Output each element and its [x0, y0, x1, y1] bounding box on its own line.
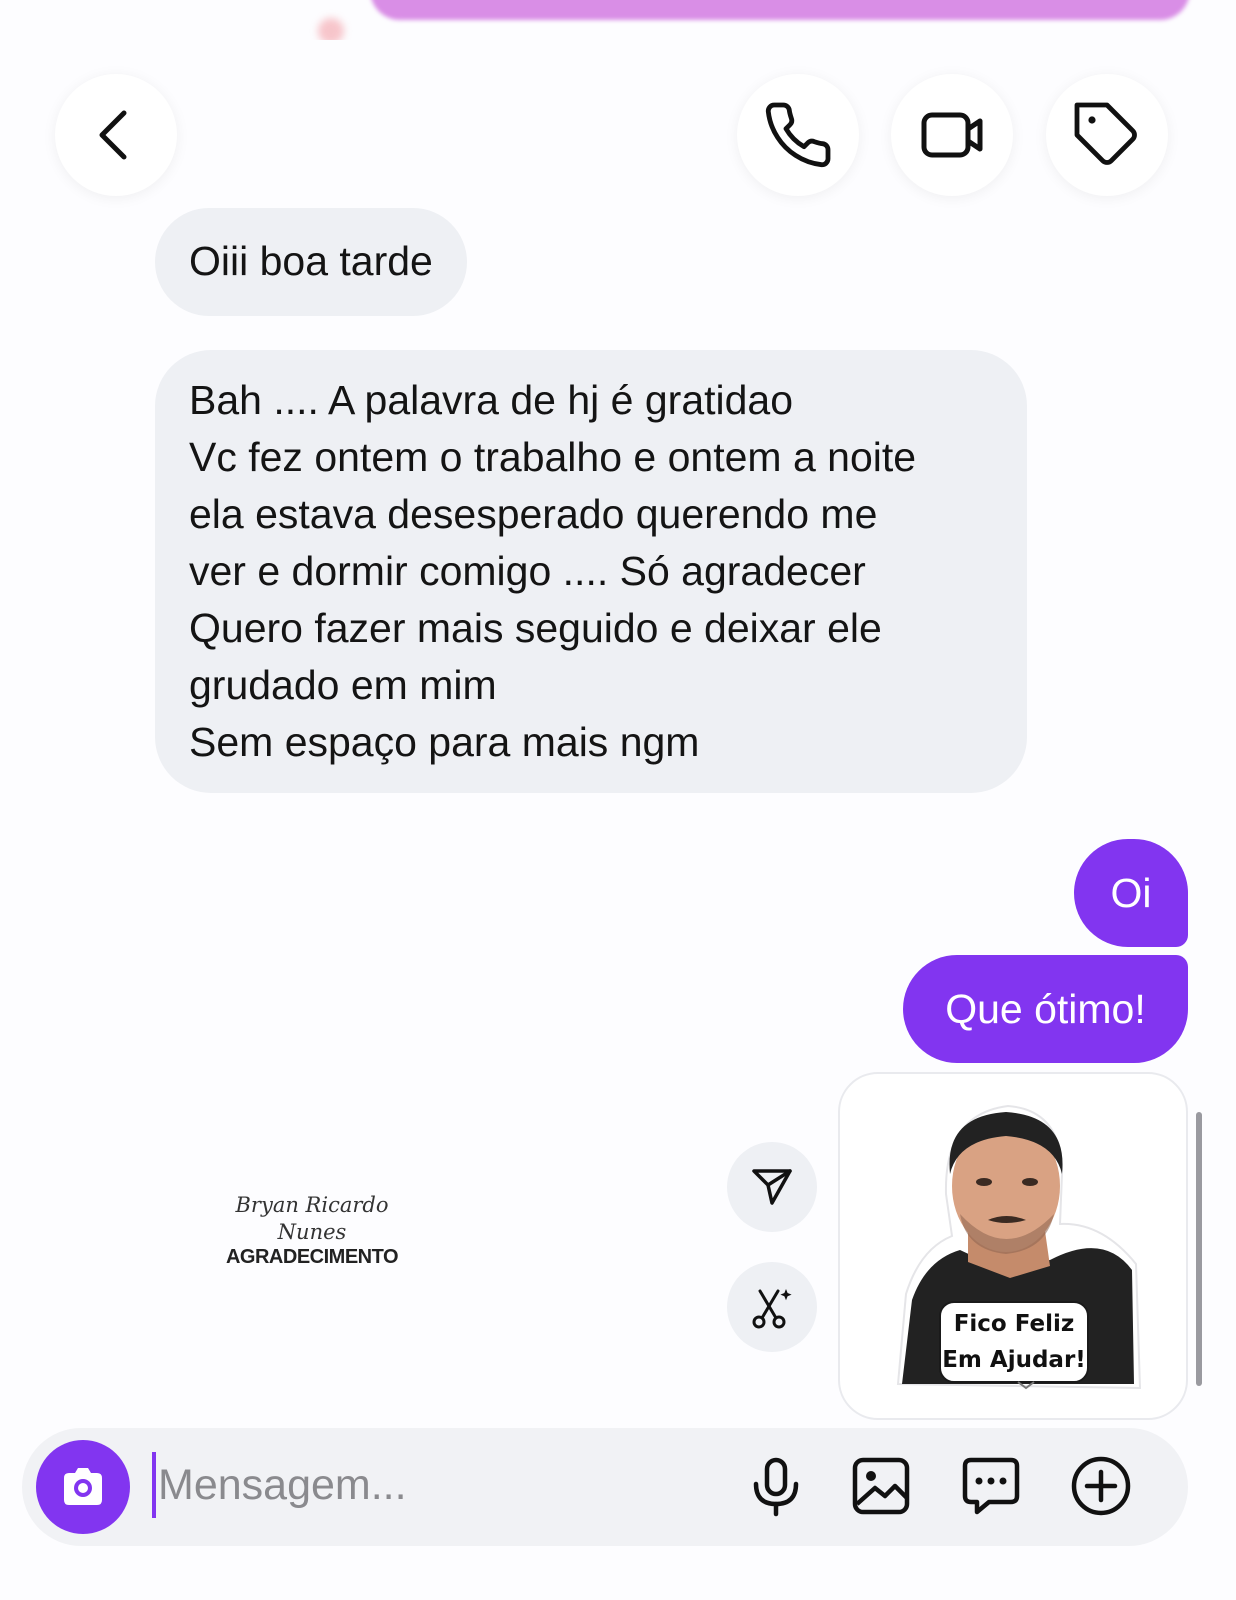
message-bubble-incoming[interactable]: Bah .... A palavra de hj é gratidao Vc f…	[155, 350, 1027, 793]
message-text: Bah .... A palavra de hj é gratidao	[189, 377, 794, 423]
watermark-script-line: Nunes	[277, 1220, 347, 1244]
phone-icon	[765, 102, 831, 168]
message-text: ela estava desesperado querendo me	[189, 491, 878, 537]
video-call-button[interactable]	[891, 74, 1013, 196]
watermark-script-line: Bryan Ricardo	[235, 1193, 389, 1217]
sticker-caption: Fico Feliz Em Ajudar!	[940, 1306, 1088, 1378]
message-text: Oiii boa tarde	[189, 238, 433, 284]
magic-cut-icon	[752, 1289, 792, 1329]
watermark-title: AGRADECIMENTO	[225, 1246, 399, 1268]
voice-message-button[interactable]	[742, 1452, 810, 1520]
sticker-message[interactable]: Fico Feliz Em Ajudar!	[838, 1072, 1188, 1420]
scrollbar[interactable]	[1196, 1112, 1202, 1386]
microphone-icon	[753, 1457, 799, 1517]
gallery-icon	[852, 1457, 910, 1515]
status-glow	[370, 0, 1190, 20]
chat-button[interactable]	[957, 1452, 1025, 1520]
camera-icon	[64, 1468, 102, 1505]
message-text: Quero fazer mais seguido e deixar ele	[189, 605, 882, 651]
voice-call-button[interactable]	[737, 74, 859, 196]
tag-button[interactable]	[1046, 74, 1168, 196]
back-button[interactable]	[55, 74, 177, 196]
message-text: Sem espaço para mais ngm	[189, 719, 700, 765]
share-button[interactable]	[727, 1142, 817, 1232]
cutout-button[interactable]	[727, 1262, 817, 1352]
message-text: Vc fez ontem o trabalho e ontem a noite	[189, 434, 917, 480]
chevron-left-icon	[99, 110, 127, 160]
chat-dots-icon	[962, 1457, 1020, 1515]
send-icon	[752, 1169, 792, 1205]
video-camera-icon	[921, 112, 983, 158]
message-text: ver e dormir comigo .... Só agradecer	[189, 548, 866, 594]
message-text: grudado em mim	[189, 662, 497, 708]
message-bubble-outgoing[interactable]: Que ótimo!	[903, 955, 1188, 1063]
camera-button[interactable]	[36, 1440, 130, 1534]
tag-icon	[1074, 102, 1137, 165]
message-bubble-incoming[interactable]: Oiii boa tarde	[155, 208, 467, 316]
sticker-caption-line: Em Ajudar!	[942, 1347, 1086, 1373]
message-bubble-outgoing[interactable]: Oi	[1074, 839, 1188, 947]
message-input[interactable]	[152, 1452, 712, 1518]
gallery-button[interactable]	[847, 1452, 915, 1520]
watermark: Bryan Ricardo Nunes AGRADECIMENTO	[200, 1192, 424, 1269]
plus-circle-icon	[1071, 1456, 1131, 1516]
sticker-caption-line: Fico Feliz	[953, 1311, 1075, 1337]
more-button[interactable]	[1067, 1452, 1135, 1520]
message-text: Que ótimo!	[945, 985, 1146, 1032]
message-text: Oi	[1110, 869, 1152, 916]
